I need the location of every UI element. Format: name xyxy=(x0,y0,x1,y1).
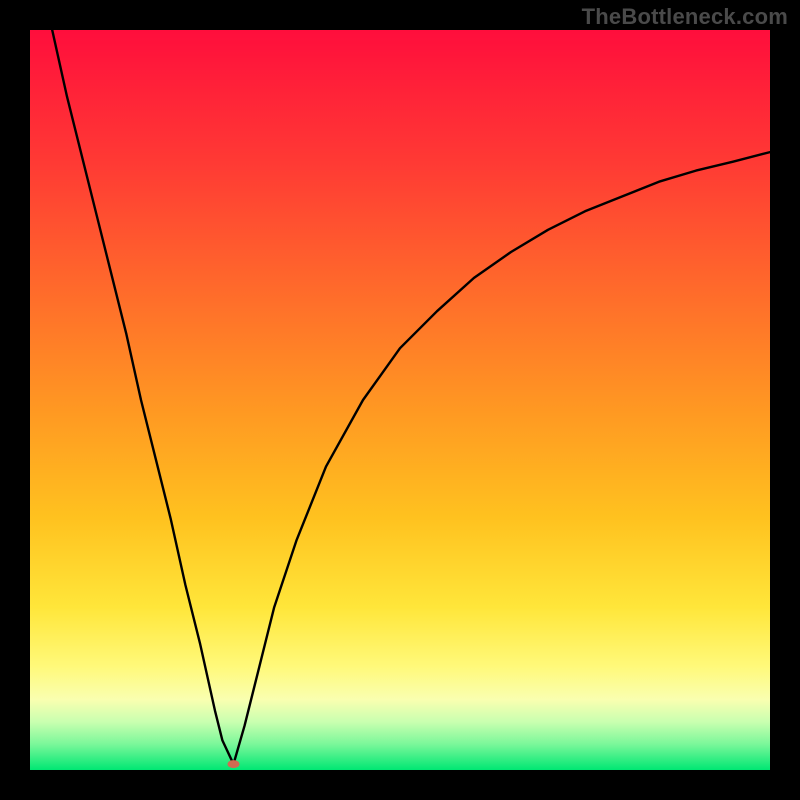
chart-frame: TheBottleneck.com xyxy=(0,0,800,800)
chart-canvas xyxy=(0,0,800,800)
watermark-text: TheBottleneck.com xyxy=(582,4,788,30)
minimum-marker xyxy=(228,760,240,768)
